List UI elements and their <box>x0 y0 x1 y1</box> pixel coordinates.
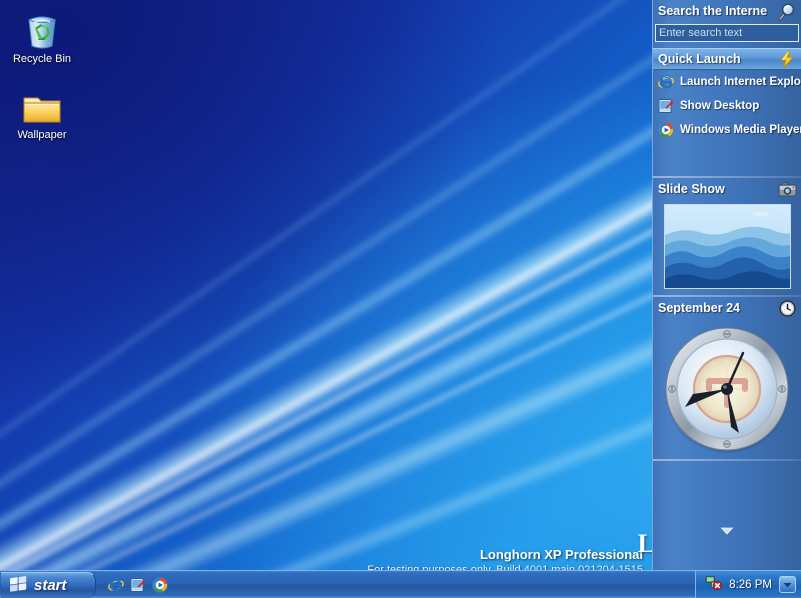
windows-media-player-icon <box>658 122 674 138</box>
quick-launch-item-label: Launch Internet Explore <box>680 76 801 88</box>
analog-clock-widget[interactable] <box>653 319 801 459</box>
internet-explorer-icon[interactable] <box>108 577 124 593</box>
search-input[interactable]: Enter search text <box>655 24 799 42</box>
tray-clock[interactable]: 8:26 PM <box>729 579 772 591</box>
folder-icon <box>4 80 80 126</box>
start-button-label: start <box>34 577 67 594</box>
quick-launch-item-internet-explorer[interactable]: Launch Internet Explore <box>653 70 801 94</box>
quick-launch-item-windows-media-player[interactable]: Windows Media Player <box>653 118 801 142</box>
quick-launch-item-show-desktop[interactable]: Show Desktop <box>653 94 801 118</box>
desktop-screen: Recycle Bin Wallpaper L Longhorn XP Prof… <box>0 0 801 598</box>
search-panel-title: Search the Interne <box>658 4 768 18</box>
show-desktop-icon[interactable] <box>130 577 146 593</box>
internet-explorer-icon <box>658 74 674 90</box>
desktop-icon-label: Recycle Bin <box>12 53 72 65</box>
desktop-icon-recycle-bin[interactable]: Recycle Bin <box>4 4 80 66</box>
desktop-icon-wallpaper-folder[interactable]: Wallpaper <box>4 80 80 142</box>
clock-panel-header[interactable]: September 24 <box>653 297 801 319</box>
sidebar-panel-slide-show: Slide Show <box>653 178 801 295</box>
chevron-down-icon[interactable] <box>720 522 734 540</box>
sidebar-panel-search: Search the Interne Enter search text <box>653 0 801 42</box>
chevron-down-icon[interactable] <box>779 576 796 593</box>
desktop-icon-label: Wallpaper <box>17 129 67 141</box>
search-panel-header[interactable]: Search the Interne <box>653 0 801 22</box>
show-desktop-icon <box>658 98 674 114</box>
clock-date-label: September 24 <box>658 301 740 315</box>
magnifier-icon <box>777 1 797 21</box>
windows-media-player-icon[interactable] <box>152 576 168 593</box>
sidebar-panel-clock: September 24 <box>653 297 801 459</box>
slide-show-image[interactable] <box>663 204 791 289</box>
windows-flag-icon <box>9 575 28 597</box>
sidebar-panel-quick-launch: Quick Launch Launch Internet Explore Sho… <box>653 48 801 176</box>
network-disconnected-icon[interactable] <box>705 574 723 595</box>
quick-launch-item-label: Show Desktop <box>680 100 760 112</box>
recycle-bin-icon <box>4 4 80 50</box>
camera-icon <box>777 179 797 199</box>
slide-show-title: Slide Show <box>658 182 725 196</box>
quick-launch-title: Quick Launch <box>658 52 741 66</box>
lightning-bolt-icon <box>777 49 797 69</box>
quick-launch-item-label: Windows Media Player <box>680 124 801 136</box>
taskbar-quick-launch <box>108 576 168 593</box>
desktop-sidebar: Search the Interne Enter search text Qui… <box>652 0 801 570</box>
sidebar-panel-bottom <box>653 461 801 549</box>
search-input-placeholder: Enter search text <box>659 27 743 39</box>
quick-launch-header[interactable]: Quick Launch <box>653 48 801 70</box>
system-tray: 8:26 PM <box>695 570 801 598</box>
start-button[interactable]: start <box>1 572 96 598</box>
clock-icon <box>777 298 797 318</box>
taskbar: start 8:26 PM <box>0 570 801 598</box>
slide-show-header[interactable]: Slide Show <box>653 178 801 200</box>
